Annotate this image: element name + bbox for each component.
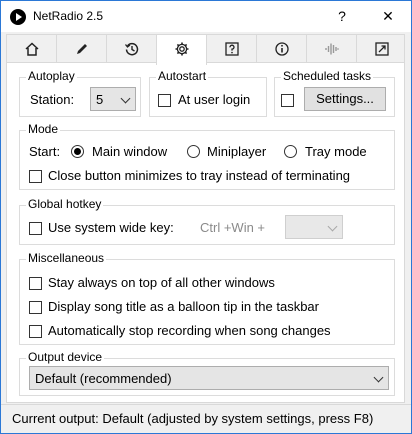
mode-title: Mode [26, 122, 61, 136]
autostart-label: At user login [178, 92, 251, 107]
resize-icon [375, 42, 389, 56]
tab-settings[interactable] [156, 34, 207, 65]
tab-history[interactable] [106, 34, 157, 63]
hotkey-title: Global hotkey [26, 197, 104, 211]
scheduled-title: Scheduled tasks [281, 69, 374, 83]
radio-main-window-label: Main window [92, 144, 168, 159]
stop-recording-label: Automatically stop recording when song c… [48, 323, 331, 338]
station-label: Station: [30, 92, 75, 107]
misc-group: Miscellaneous Stay always on top of all … [19, 251, 395, 345]
history-icon [124, 42, 139, 56]
scheduled-group: Scheduled tasks Settings... [274, 69, 395, 117]
window-title: NetRadio 2.5 [33, 9, 104, 23]
hotkey-label: Use system wide key: [48, 220, 174, 235]
autoplay-title: Autoplay [26, 69, 77, 83]
autoplay-group: Autoplay Station: 5 [19, 69, 141, 117]
autostart-checkbox[interactable] [158, 94, 171, 107]
radio-main-window[interactable] [71, 145, 84, 158]
pencil-icon [77, 44, 87, 54]
start-label: Start: [29, 144, 61, 159]
output-device-select[interactable]: Default (recommended) [29, 366, 389, 390]
tab-home[interactable] [6, 34, 57, 63]
tab-window[interactable] [356, 34, 405, 63]
misc-title: Miscellaneous [26, 251, 107, 265]
app-window: NetRadio 2.5 ? ✕ Autoplay Station: 5 Aut… [0, 0, 412, 434]
chevron-down-icon [373, 372, 384, 383]
tab-edit[interactable] [56, 34, 107, 63]
help-button[interactable]: ? [319, 1, 365, 32]
status-bar: Current output: Default (adjusted by sys… [1, 404, 411, 433]
tab-audio[interactable] [306, 34, 357, 63]
hotkey-group: Global hotkey Use system wide key: Ctrl … [19, 197, 395, 245]
mode-group: Mode Start: Main window Miniplayer Tray … [19, 122, 395, 190]
output-title: Output device [26, 350, 105, 364]
settings-panel: Autoplay Station: 5 Autostart At user lo… [6, 62, 405, 403]
tab-help[interactable] [206, 34, 257, 63]
hotkey-combo-label: Ctrl +Win + [200, 220, 266, 235]
info-icon [275, 42, 289, 56]
autostart-group: Autostart At user login [149, 69, 267, 117]
status-text: Current output: Default (adjusted by sys… [12, 411, 374, 426]
close-to-tray-label: Close button minimizes to tray instead o… [48, 168, 351, 183]
chevron-down-icon [327, 221, 338, 232]
hotkey-key-select[interactable] [285, 215, 343, 239]
station-value: 5 [96, 92, 104, 107]
hotkey-checkbox[interactable] [29, 222, 42, 235]
station-select[interactable]: 5 [90, 87, 136, 111]
chevron-down-icon [120, 93, 131, 104]
radio-miniplayer-label: Miniplayer [207, 144, 267, 159]
always-on-top-checkbox[interactable] [29, 277, 42, 290]
radio-tray-mode[interactable] [284, 145, 297, 158]
close-to-tray-checkbox[interactable] [29, 170, 42, 183]
always-on-top-label: Stay always on top of all other windows [48, 275, 275, 290]
output-device-value: Default (recommended) [35, 371, 172, 386]
gear-icon [175, 42, 189, 56]
title-bar: NetRadio 2.5 ? ✕ [1, 1, 411, 32]
radio-tray-mode-label: Tray mode [305, 144, 367, 159]
help-box-icon [225, 42, 239, 56]
scheduled-settings-button[interactable]: Settings... [304, 87, 386, 111]
output-group: Output device Default (recommended) [19, 350, 395, 396]
stop-recording-checkbox[interactable] [29, 325, 42, 338]
balloon-tip-label: Display song title as a balloon tip in t… [48, 299, 319, 314]
autostart-title: Autostart [156, 69, 209, 83]
scheduled-checkbox[interactable] [281, 94, 294, 107]
tab-info[interactable] [256, 34, 307, 63]
waveform-icon [325, 43, 339, 55]
close-button[interactable]: ✕ [365, 1, 411, 32]
home-icon [25, 42, 39, 56]
play-logo-icon [10, 9, 26, 25]
radio-miniplayer[interactable] [187, 145, 200, 158]
tab-strip [6, 34, 405, 65]
balloon-tip-checkbox[interactable] [29, 301, 42, 314]
